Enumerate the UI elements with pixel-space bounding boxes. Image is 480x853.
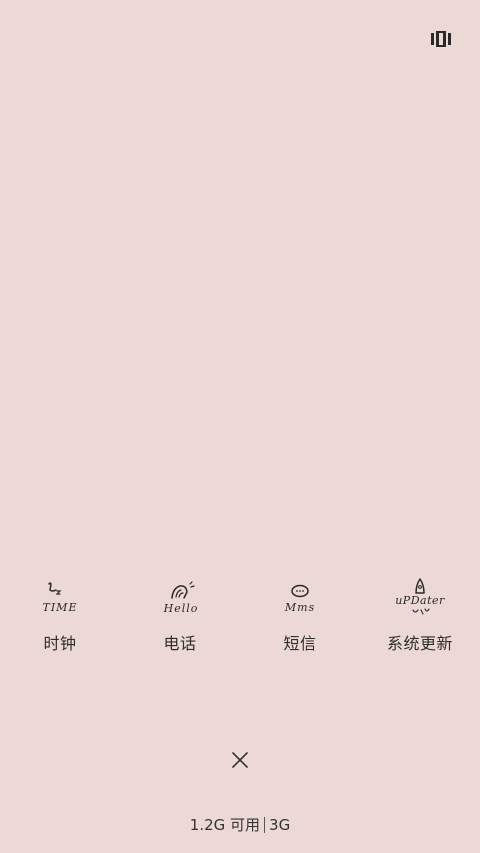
close-icon bbox=[232, 752, 248, 768]
memory-available: 1.2G 可用 bbox=[189, 816, 261, 834]
memory-divider bbox=[264, 817, 266, 833]
phone-hello-icon: Hello bbox=[125, 568, 235, 628]
phone-icon-text: Hello bbox=[163, 602, 199, 615]
sms-bubble-icon: Mms bbox=[245, 568, 355, 628]
updater-icon-text: uPDater bbox=[395, 594, 445, 607]
app-phone[interactable]: Hello 电话 bbox=[120, 568, 240, 654]
app-sms[interactable]: Mms 短信 bbox=[240, 568, 360, 654]
recents-view-icon bbox=[431, 31, 451, 47]
memory-total: 3G bbox=[269, 816, 291, 834]
app-label-clock: 时钟 bbox=[43, 634, 77, 653]
updater-rocket-icon: uPDater bbox=[365, 568, 475, 628]
app-label-updater: 系统更新 bbox=[386, 634, 453, 653]
sms-icon-text: Mms bbox=[284, 601, 315, 614]
app-clock[interactable]: TIME 时钟 bbox=[0, 568, 120, 654]
clock-time-icon: TIME bbox=[5, 568, 115, 628]
clock-icon-text: TIME bbox=[43, 601, 78, 614]
app-updater[interactable]: uPDater 系统更新 bbox=[360, 568, 480, 654]
memory-status: 1.2G 可用 3G bbox=[0, 815, 480, 835]
recents-view-toggle-button[interactable] bbox=[426, 27, 456, 51]
app-label-phone: 电话 bbox=[163, 634, 197, 653]
app-label-sms: 短信 bbox=[283, 634, 317, 653]
close-all-button[interactable] bbox=[222, 742, 258, 778]
recent-apps-row: TIME 时钟 Hello 电话 Mms 短信 uPDater 系统更新 bbox=[0, 568, 480, 654]
